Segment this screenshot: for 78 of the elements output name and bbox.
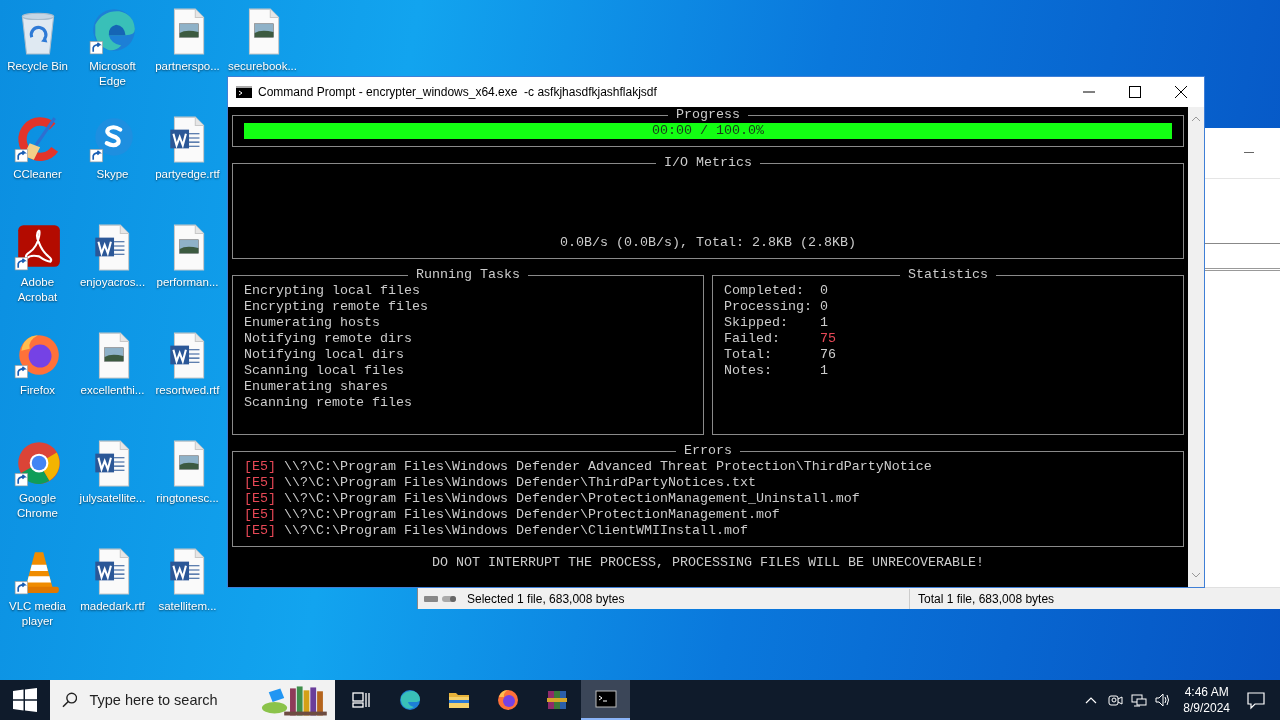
speaker-icon [1155, 692, 1172, 708]
search-bar[interactable]: Type here to search [50, 680, 335, 720]
panel-title: Progress [675, 107, 741, 123]
clock-time[interactable]: 4:46 AM [1184, 684, 1229, 700]
desktop-item[interactable]: Skype [75, 114, 150, 182]
stat-label: Failed: [724, 331, 781, 347]
status-text: Total 1 file, 683,008 bytes [918, 591, 1055, 606]
stat-label: Processing: [724, 299, 813, 315]
desktop-item[interactable]: securebook... [225, 6, 300, 74]
metrics-text: 0.0B/s (0.0B/s), Total: 2.8KB (2.8KB) [560, 235, 856, 251]
task-text: Scanning local files [244, 363, 405, 379]
stat-value: 75 [819, 331, 836, 347]
desktop-item[interactable]: Microsoft Edge [75, 6, 150, 89]
error-path: \\?\C:\Program Files\Windows Defender Advanced Threat Protection\ThirdPartyNotice [284, 459, 932, 475]
task-text: Enumerating shares [244, 379, 389, 395]
error-code: [E5] [244, 523, 276, 539]
desktop-item[interactable]: Recycle Bin [0, 6, 75, 74]
camera-icon [1107, 692, 1124, 708]
stat-value: 76 [819, 347, 836, 363]
four-panes-icon [12, 688, 37, 712]
books-stack-icon [544, 688, 569, 712]
desktop-item[interactable]: VLC media player [0, 546, 75, 629]
stat-label: Skipped: [724, 315, 789, 331]
task-text: Encrypting local files [244, 283, 421, 299]
task-text: Notifying local dirs [244, 347, 405, 363]
progress-text: 00:00 / 100.0% [651, 123, 765, 139]
error-code: [E5] [244, 459, 276, 475]
stat-label: Completed: [724, 283, 805, 299]
console-icon [236, 86, 252, 98]
search-field[interactable]: Type here to search [87, 691, 262, 709]
notification-icon [1246, 690, 1266, 710]
browser-icon [397, 688, 422, 712]
error-code: [E5] [244, 507, 276, 523]
stat-value: 1 [819, 315, 828, 331]
desktop-item[interactable]: julysatellite... [75, 438, 150, 506]
window-title: Command Prompt - encrypter_windows_x64.exe -c asfkjhasdfkjashflakjsdf [258, 85, 658, 99]
desktop-item[interactable]: partyedge.rtf [150, 114, 225, 182]
desktop-item[interactable]: madedark.rtf [75, 546, 150, 614]
stat-value: 0 [819, 299, 828, 315]
clock-date[interactable]: 8/9/2024 [1183, 700, 1230, 716]
browser-icon [495, 688, 520, 712]
desktop-item[interactable]: Firefox [0, 330, 75, 398]
desktop-item[interactable]: partnerspo... [150, 6, 225, 74]
taskbar-button[interactable] [581, 680, 630, 720]
warning-text: DO NOT INTERRUPT THE PROCESS, PROCESSING FILES WILL BE UNRECOVERABLE! [431, 555, 985, 571]
desktop-item[interactable]: resortwed.rtf [150, 330, 225, 398]
panel-title: I/O Metrics [663, 155, 753, 171]
error-code: [E5] [244, 491, 276, 507]
desktop-item[interactable]: enjoyacros... [75, 222, 150, 290]
stat-label: Total: [724, 347, 773, 363]
stat-label: Notes: [724, 363, 773, 379]
search-icon [62, 692, 78, 708]
maximize-icon [1129, 86, 1141, 98]
network-icon [1131, 692, 1148, 708]
desktop-item[interactable]: satellitem... [150, 546, 225, 614]
console-icon [593, 687, 618, 711]
panel-title: Statistics [907, 267, 989, 283]
desktop-item[interactable]: Google Chrome [0, 438, 75, 521]
stat-value: 0 [819, 283, 828, 299]
task-text: Enumerating hosts [244, 315, 381, 331]
desktop-item[interactable]: performan... [150, 222, 225, 290]
panel-title: Running Tasks [415, 267, 521, 283]
task-text: Encrypting remote files [244, 299, 429, 315]
error-path: \\?\C:\Program Files\Windows Defender\ProtectionManagement_Uninstall.mof [284, 491, 860, 507]
task-text: Scanning remote files [244, 395, 413, 411]
error-code: [E5] [244, 475, 276, 491]
stat-value: 1 [819, 363, 828, 379]
error-path: \\?\C:\Program Files\Windows Defender\ClientWMIInstall.mof [284, 523, 748, 539]
close-icon [1175, 86, 1187, 98]
status-text: Selected 1 file, 683,008 bytes [467, 591, 626, 606]
task-text: Notifying remote dirs [244, 331, 413, 347]
desktop-item[interactable]: excellenthi... [75, 330, 150, 398]
panel-title: Errors [683, 443, 733, 459]
desktop-item[interactable]: CCleaner [0, 114, 75, 182]
desktop-item[interactable]: ringtonesc... [150, 438, 225, 506]
error-path: \\?\C:\Program Files\Windows Defender\ProtectionManagement.mof [284, 507, 780, 523]
desktop-item[interactable]: Adobe Acrobat [0, 222, 75, 305]
error-path: \\?\C:\Program Files\Windows Defender\ThirdPartyNotices.txt [284, 475, 756, 491]
